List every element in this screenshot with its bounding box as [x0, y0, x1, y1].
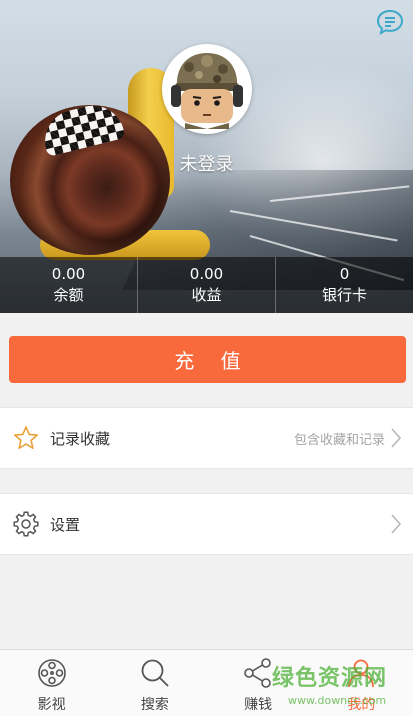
bank-card-stat[interactable]: 0 银行卡	[276, 257, 413, 313]
message-icon[interactable]	[376, 8, 404, 36]
balance-label: 余额	[53, 286, 84, 304]
chevron-right-icon	[391, 428, 402, 448]
tab-mine[interactable]: 我的	[310, 650, 413, 716]
bank-card-label: 银行卡	[321, 286, 367, 304]
balance-value: 0.00	[51, 265, 86, 283]
search-icon	[141, 659, 169, 687]
tab-label: 我的	[347, 697, 376, 713]
tab-search[interactable]: 搜索	[103, 650, 206, 716]
gear-icon	[13, 511, 39, 537]
tab-label: 搜索	[140, 697, 169, 713]
earnings-value: 0.00	[189, 265, 224, 283]
share-icon	[244, 658, 271, 688]
user-icon	[348, 659, 375, 688]
menu-item-label: 设置	[50, 515, 81, 534]
tab-movies[interactable]: 影视	[0, 650, 103, 716]
recharge-button[interactable]: 充 值	[9, 336, 406, 383]
earnings-label: 收益	[191, 286, 222, 304]
film-reel-icon	[37, 659, 66, 687]
bank-card-value: 0	[339, 265, 350, 283]
menu-item-hint: 包含收藏和记录	[293, 432, 385, 448]
star-icon	[14, 426, 38, 449]
avatar[interactable]	[162, 44, 252, 134]
balance-stat[interactable]: 0.00 余额	[0, 257, 138, 313]
menu-item-label: 记录收藏	[50, 429, 111, 448]
menu-item-settings[interactable]: 设置	[0, 493, 413, 555]
tab-label: 影视	[37, 697, 66, 713]
earnings-stat[interactable]: 0.00 收益	[138, 257, 276, 313]
login-status-label[interactable]: 未登录	[0, 150, 413, 176]
menu-item-history-favorites[interactable]: 记录收藏 包含收藏和记录	[0, 407, 413, 469]
bottom-tab-bar: 影视 搜索 赚钱 我的	[0, 649, 413, 716]
tab-earn[interactable]: 赚钱	[207, 650, 310, 716]
soldier-avatar-icon	[171, 53, 243, 129]
tab-label: 赚钱	[244, 697, 273, 713]
profile-banner: 未登录 0.00 余额 0.00 收益 0 银行卡	[0, 0, 413, 313]
chevron-right-icon	[391, 514, 402, 534]
account-stats-bar: 0.00 余额 0.00 收益 0 银行卡	[0, 257, 413, 313]
